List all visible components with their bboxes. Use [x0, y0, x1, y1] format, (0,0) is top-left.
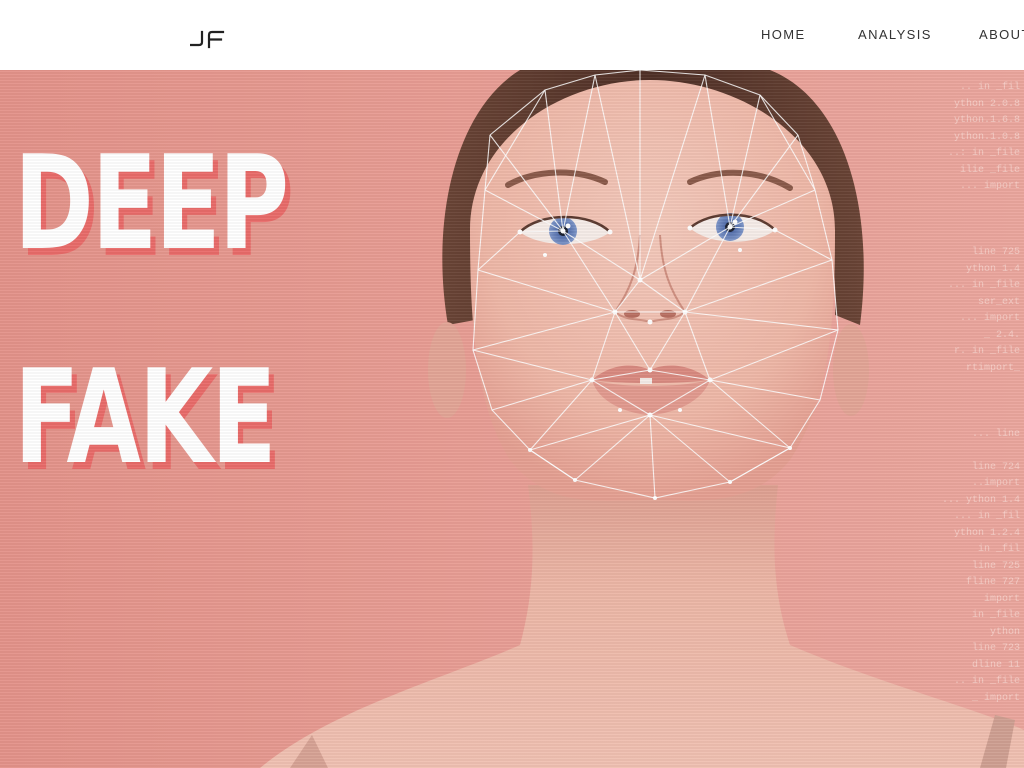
code-line: line 725: [971, 560, 1020, 572]
code-line: .. in _file: [953, 676, 1020, 687]
code-line: ython.1.0.8: [953, 131, 1020, 143]
nav-item-analysis[interactable]: ANALYSIS: [858, 27, 932, 42]
right-ear: [833, 324, 869, 416]
code-line: ser_ext: [977, 296, 1020, 308]
code-line: ... in _fil: [953, 511, 1020, 522]
code-line: _ import: [971, 692, 1020, 704]
code-line: fline 727: [965, 577, 1020, 588]
code-line: ython 2.0.8: [953, 98, 1020, 110]
code-line: ilie _file: [959, 164, 1020, 176]
headline-deep: DEEP: [14, 127, 289, 279]
code-line: dline 11: [971, 659, 1020, 671]
code-line: line 725: [971, 247, 1020, 258]
code-line: ... in _file: [947, 280, 1020, 291]
code-line: _ 2.4.: [983, 329, 1020, 341]
code-line: ... line: [971, 428, 1020, 440]
code-line: ... import: [959, 313, 1020, 324]
code-line: r. in _file: [953, 346, 1020, 357]
code-line: line 723: [971, 643, 1020, 654]
code-line: ython 1.2.4: [953, 527, 1020, 539]
code-line: ython.1.6.8: [953, 115, 1020, 126]
code-line: ython 1.4: [965, 263, 1020, 275]
background-code-text: .. in _filython 2.0.8 ython.1.6.8 ython.1.…: [900, 80, 1020, 707]
logo-monogram-icon: JF: [189, 30, 225, 49]
logo[interactable]: JF: [189, 30, 226, 50]
code-line: in _fil: [977, 544, 1020, 555]
left-ear: [428, 322, 466, 418]
code-line: rtimport_: [965, 362, 1020, 374]
code-line: ..import: [971, 478, 1020, 489]
code-line: import: [983, 593, 1020, 605]
code-line: in _file: [971, 610, 1020, 621]
nav-item-home[interactable]: HOME: [761, 27, 806, 42]
code-line: .. in _fil: [959, 82, 1020, 93]
code-line: ython: [989, 626, 1020, 638]
headline-fake: FAKE: [14, 341, 277, 493]
hero-banner: .. in _filython 2.0.8 ython.1.6.8 ython.1.…: [0, 70, 1024, 768]
code-line: ... import: [959, 181, 1020, 192]
code-line: ... ython 1.4: [941, 494, 1020, 506]
nav-item-about[interactable]: ABOUT: [979, 27, 1024, 42]
code-line: line 724: [971, 461, 1020, 473]
top-navigation-bar: JF HOME ANALYSIS ABOUT: [0, 0, 1024, 70]
face-shape: [470, 80, 835, 501]
code-line: ..: in _file: [947, 148, 1020, 159]
